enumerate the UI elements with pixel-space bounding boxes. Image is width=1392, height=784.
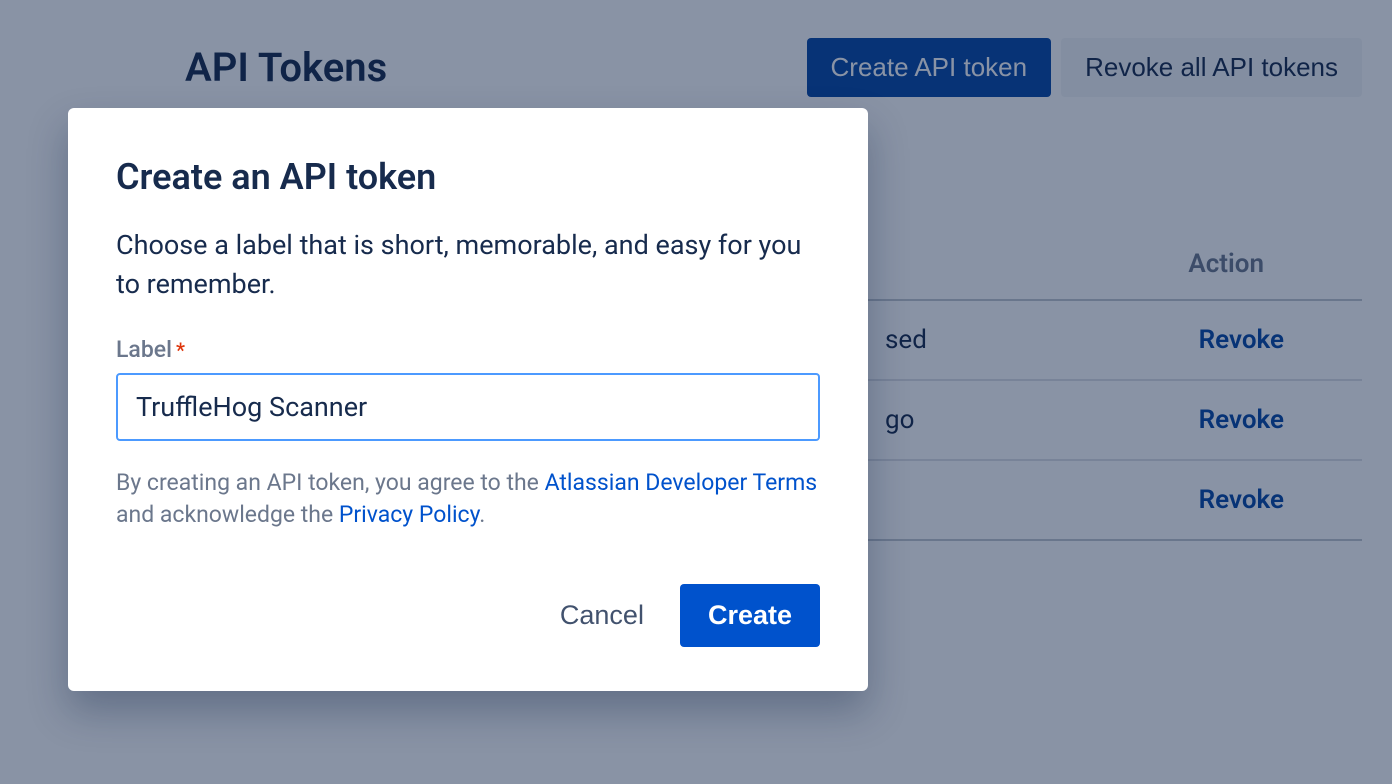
required-indicator: * xyxy=(176,338,185,362)
create-token-modal: Create an API token Choose a label that … xyxy=(68,108,868,691)
label-input[interactable] xyxy=(116,373,820,441)
label-field-label-row: Label * xyxy=(116,336,820,363)
modal-title: Create an API token xyxy=(116,156,820,198)
legal-middle: and acknowledge the xyxy=(116,501,339,528)
modal-description: Choose a label that is short, memorable,… xyxy=(116,226,820,304)
cancel-button[interactable]: Cancel xyxy=(552,588,652,643)
legal-text: By creating an API token, you agree to t… xyxy=(116,467,820,531)
privacy-policy-link[interactable]: Privacy Policy xyxy=(339,501,479,528)
legal-prefix: By creating an API token, you agree to t… xyxy=(116,469,545,496)
label-field-label: Label xyxy=(116,336,172,363)
developer-terms-link[interactable]: Atlassian Developer Terms xyxy=(545,469,818,496)
legal-suffix: . xyxy=(479,501,485,528)
create-button[interactable]: Create xyxy=(680,584,820,647)
modal-actions: Cancel Create xyxy=(116,584,820,647)
